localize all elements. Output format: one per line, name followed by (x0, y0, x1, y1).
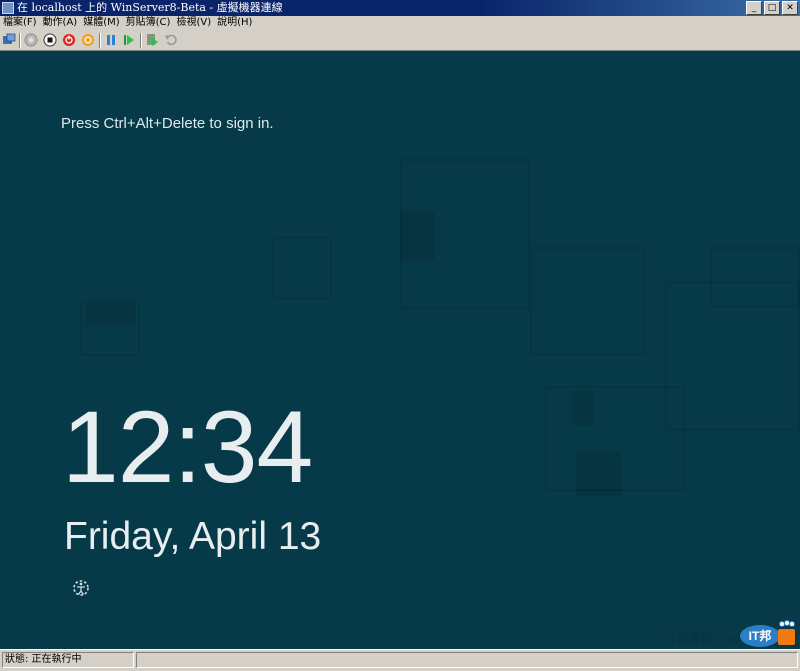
toolbar-separator (140, 33, 142, 48)
status-text: 狀態: 正在執行中 (2, 652, 134, 668)
menu-action[interactable]: 動作(A) (40, 16, 81, 30)
toolbar (0, 30, 800, 51)
toolbar-separator (19, 33, 21, 48)
sign-in-prompt: Press Ctrl+Alt+Delete to sign in. (61, 115, 274, 132)
window-title: 在 localhost 上的 WinServer8-Beta - 虛擬機器連線 (17, 1, 283, 14)
save-icon[interactable] (81, 33, 95, 47)
vm-screen[interactable]: Press Ctrl+Alt+Delete to sign in. 12:34 … (0, 51, 800, 649)
status-bar-pane (136, 652, 798, 668)
close-button[interactable]: ✕ (782, 1, 798, 15)
menu-view[interactable]: 檢視(V) (173, 16, 214, 30)
lock-screen-clock: 12:34 (62, 390, 313, 504)
background-pattern (530, 247, 645, 355)
pause-icon[interactable] (104, 33, 118, 47)
menu-clipboard[interactable]: 剪貼簿(C) (123, 16, 174, 30)
ease-of-access-icon[interactable] (71, 578, 91, 598)
status-bar: 狀態: 正在執行中 (0, 649, 800, 671)
start-icon[interactable] (24, 33, 38, 47)
vm-connection-app-icon[interactable] (2, 2, 14, 14)
background-pattern (272, 237, 332, 299)
lock-screen-date: Friday, April 13 (64, 515, 322, 558)
background-pattern (572, 391, 594, 426)
resume-icon[interactable] (122, 33, 136, 47)
revert-icon[interactable] (164, 33, 178, 47)
logo-text: IT邦 (749, 628, 772, 643)
menu-media[interactable]: 媒體(M) (80, 16, 122, 30)
shutdown-icon[interactable] (62, 33, 76, 47)
background-pattern (86, 303, 136, 325)
window-title-bar[interactable]: 在 localhost 上的 WinServer8-Beta - 虛擬機器連線 … (0, 0, 800, 16)
menu-help[interactable]: 說明(H) (214, 16, 255, 30)
ctrl-alt-del-icon[interactable] (2, 33, 16, 47)
maximize-button[interactable]: □ (764, 1, 780, 15)
background-pattern (576, 451, 621, 496)
toolbar-separator (99, 33, 101, 48)
window-controls: _ □ ✕ (746, 1, 798, 15)
ithome-logo-icon: IT邦 (740, 620, 795, 647)
background-pattern (665, 281, 800, 431)
minimize-button[interactable]: _ (746, 1, 762, 15)
menu-file[interactable]: 檔案(F) (0, 16, 40, 30)
snapshot-icon[interactable] (145, 33, 159, 47)
menu-bar: 檔案(F) 動作(A) 媒體(M) 剪貼簿(C) 檢視(V) 說明(H) (0, 16, 800, 30)
member-watermark: IT邦會員：jay (665, 632, 740, 646)
turn-off-icon[interactable] (43, 33, 57, 47)
background-pattern (400, 211, 435, 261)
